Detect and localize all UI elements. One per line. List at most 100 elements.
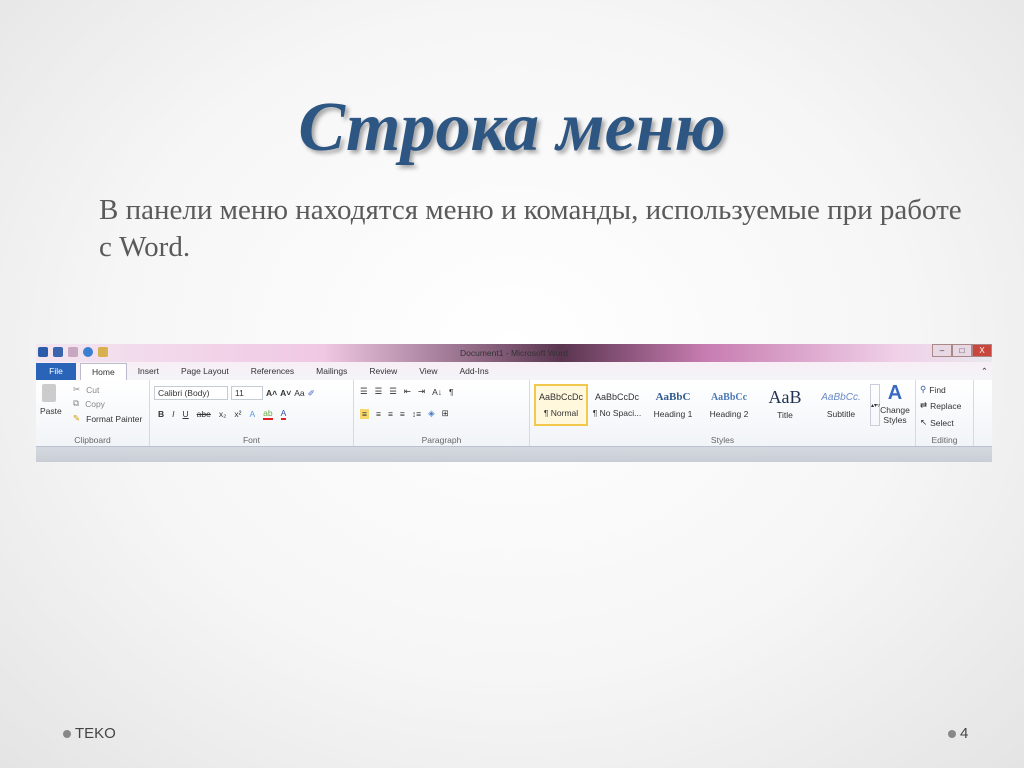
- footer-text: TEKO: [75, 725, 116, 742]
- style-subtitle[interactable]: AaBbCc. Subtitle: [814, 384, 868, 426]
- strikethrough-button[interactable]: abe: [197, 409, 211, 419]
- multilevel-list-icon[interactable]: ☰: [389, 386, 397, 397]
- tab-references[interactable]: References: [240, 363, 305, 380]
- close-button[interactable]: X: [972, 344, 992, 357]
- style-preview: AaB: [768, 387, 802, 407]
- minimize-button[interactable]: –: [932, 344, 952, 357]
- tab-insert[interactable]: Insert: [127, 363, 170, 380]
- style-preview: AaBbCcDc: [594, 392, 639, 402]
- cursor-icon: ↖: [920, 417, 928, 427]
- replace-button[interactable]: ⇄ Replace: [920, 400, 961, 411]
- increase-indent-icon[interactable]: ⇥: [418, 386, 425, 397]
- align-center-icon[interactable]: ≡: [376, 409, 381, 419]
- select-button[interactable]: ↖ Select: [920, 417, 954, 428]
- styles-group: AaBbCcDc ¶ Normal AaBbCcDc ¶ No Spaci... A…: [530, 380, 916, 446]
- bullets-icon[interactable]: ☰: [360, 386, 368, 397]
- style-name: Title: [777, 410, 793, 420]
- copy-icon: ⧉: [73, 398, 80, 408]
- format-painter-button[interactable]: ✎ Format Painter: [73, 413, 142, 424]
- font-label: Font: [242, 435, 260, 445]
- select-label: Select: [930, 417, 954, 428]
- tab-file[interactable]: File: [36, 363, 76, 380]
- tab-page-layout[interactable]: Page Layout: [170, 363, 240, 380]
- font-name-select[interactable]: Calibri (Body): [154, 386, 228, 400]
- find-label: Find: [929, 384, 946, 395]
- style-preview: AaBbCcDc: [538, 392, 583, 402]
- title-bar: Document1 - Microsoft Word – □ X: [36, 344, 992, 362]
- highlight-color-icon[interactable]: ab: [263, 408, 273, 420]
- format-painter-label: Format Painter: [86, 413, 143, 424]
- style-name: Heading 1: [653, 409, 693, 419]
- show-marks-button[interactable]: ¶: [449, 387, 454, 397]
- ribbon: Paste ✂ Cut ⧉ Copy ✎ Format Painter Clipboa…: [36, 380, 992, 447]
- restore-button[interactable]: □: [952, 344, 972, 357]
- shrink-font-button[interactable]: A˅: [280, 388, 291, 398]
- grow-font-button[interactable]: A˄: [266, 388, 277, 398]
- style-preview: AaBbC: [655, 391, 691, 403]
- tab-mailings[interactable]: Mailings: [305, 363, 358, 380]
- change-styles-button[interactable]: A Change Styles: [878, 382, 912, 425]
- line-spacing-icon[interactable]: ↕≡: [412, 409, 421, 419]
- footer-right: 4: [948, 725, 968, 742]
- style-heading-2[interactable]: AaBbCc Heading 2: [702, 384, 756, 426]
- font-size-select[interactable]: 11: [231, 386, 263, 400]
- replace-icon: ⇄: [920, 400, 928, 410]
- change-styles-icon: A: [887, 382, 903, 404]
- decrease-indent-icon[interactable]: ⇤: [404, 386, 411, 397]
- style-heading-1[interactable]: AaBbC Heading 1: [646, 384, 700, 426]
- footer-left: TEKO: [63, 725, 116, 742]
- style-no-spacing[interactable]: AaBbCcDc ¶ No Spaci...: [590, 384, 644, 426]
- slide-body-text: В панели меню находятся меню и команды, …: [99, 194, 962, 263]
- cut-label: Cut: [86, 384, 100, 395]
- window-title: Document1 - Microsoft Word: [459, 348, 568, 358]
- align-right-icon[interactable]: ≡: [388, 409, 393, 419]
- word-ribbon-screenshot: Document1 - Microsoft Word – □ X File Ho…: [36, 344, 992, 462]
- tab-review[interactable]: Review: [358, 363, 408, 380]
- superscript-button[interactable]: x²: [234, 409, 241, 419]
- change-styles-label: Change Styles: [880, 405, 910, 425]
- style-name: Heading 2: [709, 408, 749, 419]
- styles-gallery: AaBbCcDc ¶ Normal AaBbCcDc ¶ No Spaci... A…: [534, 384, 880, 426]
- copy-button[interactable]: ⧉ Copy: [73, 398, 105, 409]
- shading-icon[interactable]: ◈: [428, 408, 435, 419]
- underline-button[interactable]: U: [183, 409, 189, 419]
- bullet-icon: [63, 729, 71, 738]
- paste-button[interactable]: Paste: [40, 406, 62, 416]
- clear-formatting-icon[interactable]: ✐: [308, 388, 315, 399]
- numbering-icon[interactable]: ☰: [375, 386, 383, 397]
- sort-button[interactable]: A↓: [432, 387, 442, 397]
- ruler-area: [36, 447, 992, 462]
- paste-icon: [42, 384, 56, 402]
- replace-label: Replace: [930, 400, 962, 411]
- tab-add-ins[interactable]: Add-Ins: [449, 363, 500, 380]
- bold-button[interactable]: B: [158, 409, 164, 419]
- minimize-ribbon-icon[interactable]: ⌃: [981, 366, 988, 377]
- clipboard-group: Paste ✂ Cut ⧉ Copy ✎ Format Painter Clipboa…: [36, 380, 150, 446]
- editing-group: ⚲ Find ⇄ Replace ↖ Select Editing: [916, 380, 974, 446]
- paragraph-group: ☰ ☰ ☰ ⇤ ⇥ A↓ ¶ ≡ ≡ ≡ ≡ ↕≡ ◈ ⊞ Paragraph: [354, 380, 530, 446]
- editing-label: Editing: [931, 435, 958, 445]
- subscript-button[interactable]: x₂: [219, 409, 227, 419]
- style-name: Subtitle: [826, 408, 856, 419]
- style-title[interactable]: AaB Title: [758, 384, 812, 426]
- style-normal[interactable]: AaBbCcDc ¶ Normal: [534, 384, 588, 426]
- tab-home[interactable]: Home: [80, 363, 127, 380]
- justify-icon[interactable]: ≡: [400, 409, 405, 419]
- style-name: ¶ No Spaci...: [592, 408, 642, 418]
- text-effects-icon[interactable]: A: [250, 409, 256, 419]
- cut-button[interactable]: ✂ Cut: [73, 384, 99, 395]
- font-color-icon[interactable]: A: [280, 408, 287, 420]
- align-left-icon[interactable]: ≡: [360, 408, 369, 419]
- tab-view[interactable]: View: [408, 363, 448, 380]
- slide-title: Строка меню: [298, 89, 726, 166]
- styles-label: Styles: [710, 435, 735, 445]
- style-preview: AaBbCc: [710, 391, 748, 403]
- scissors-icon: ✂: [73, 384, 81, 394]
- change-case-button[interactable]: Aa: [294, 388, 304, 398]
- italic-button[interactable]: I: [172, 409, 174, 419]
- style-name: ¶ Normal: [543, 408, 579, 418]
- brush-icon: ✎: [73, 413, 81, 423]
- find-button[interactable]: ⚲ Find: [920, 384, 946, 395]
- clipboard-label: Clipboard: [74, 435, 111, 445]
- borders-icon[interactable]: ⊞: [442, 408, 449, 419]
